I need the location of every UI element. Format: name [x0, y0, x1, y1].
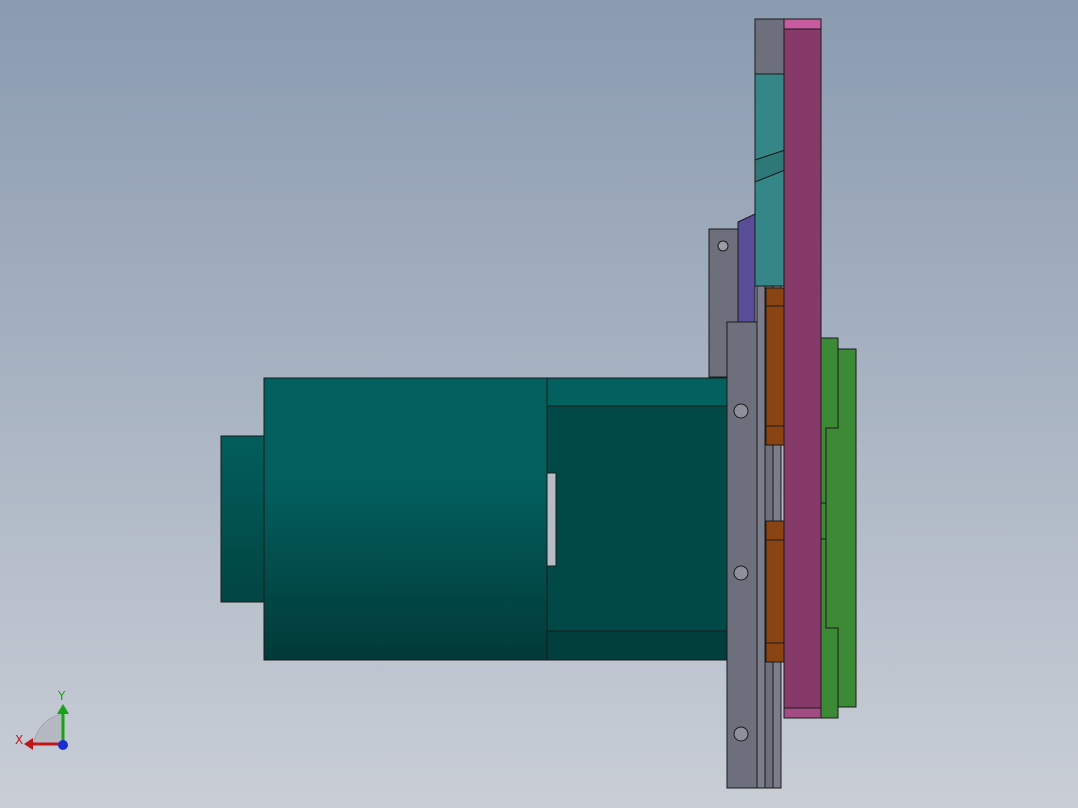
- cad-model-side-view[interactable]: X Y: [0, 0, 1078, 808]
- triad-y-label: Y: [57, 689, 66, 703]
- motor-body[interactable]: [263, 377, 549, 661]
- orange-carriage-upper[interactable]: [765, 287, 785, 446]
- magenta-plate[interactable]: [783, 18, 822, 719]
- motor-flange[interactable]: [546, 377, 729, 661]
- mount-plate-hole-2: [733, 565, 749, 581]
- cad-graphics-viewport[interactable]: X Y: [0, 0, 1078, 808]
- rail-1[interactable]: [756, 285, 766, 789]
- mount-plate-hole-1: [733, 403, 749, 419]
- flange-slot: [546, 472, 557, 567]
- upper-bracket-hole: [717, 240, 729, 252]
- mount-plate[interactable]: [726, 321, 758, 789]
- mount-plate-hole-3: [733, 726, 749, 742]
- purple-wedge[interactable]: [737, 213, 756, 323]
- motor-shaft-boss[interactable]: [220, 435, 266, 603]
- triad-x-label: X: [15, 733, 23, 747]
- magenta-plate-bottom: [783, 707, 822, 719]
- flange-top-band: [546, 377, 729, 407]
- flange-bottom-band: [546, 630, 729, 661]
- magenta-plate-top: [783, 18, 822, 30]
- orange-carriage-lower[interactable]: [765, 520, 785, 663]
- triad-z-axis-origin: [58, 740, 68, 750]
- top-column[interactable]: [754, 18, 786, 75]
- green-plate-notch: [820, 502, 827, 540]
